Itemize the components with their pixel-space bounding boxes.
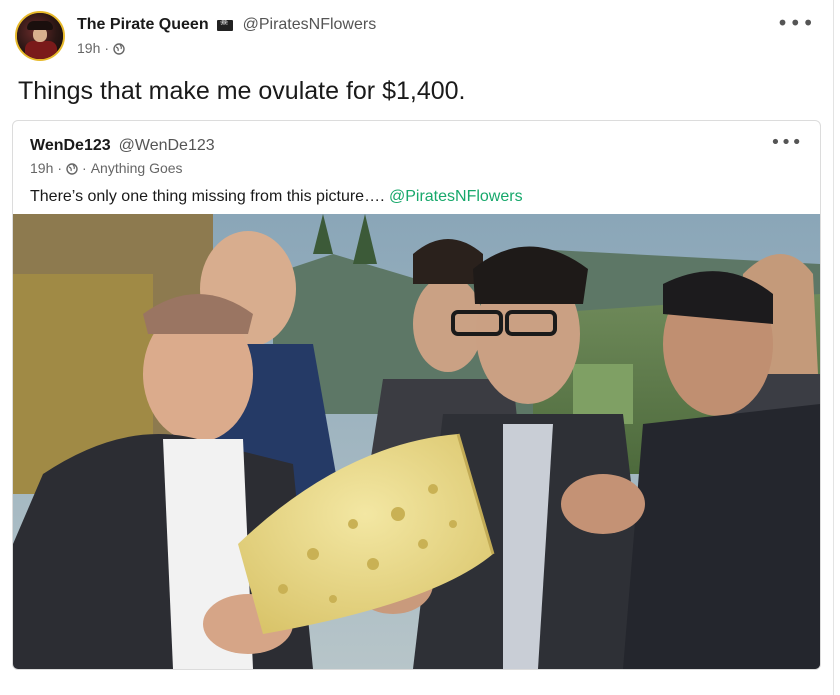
display-name[interactable]: The Pirate Queen [77,16,209,34]
quoted-text-body: There’s only one thing missing from this… [30,188,389,205]
meta-separator: · [104,40,110,56]
quoted-more-options-button[interactable]: ••• [770,132,802,153]
pirate-flag-icon [216,17,233,31]
quoted-meta: 19h · · Anything Goes [30,160,183,176]
quoted-meta-separator-2: · [82,160,87,176]
quoted-timestamp[interactable]: 19h [30,160,53,176]
author-row: The Pirate Queen @PiratesNFlowers [77,16,376,34]
more-options-button[interactable]: ••• [777,11,815,35]
handle[interactable]: @PiratesNFlowers [243,16,377,34]
post: The Pirate Queen @PiratesNFlowers 19h · … [0,0,834,695]
quoted-post[interactable]: WenDe123 @WenDe123 ••• 19h · · Anything … [12,120,821,670]
quoted-text: There’s only one thing missing from this… [30,188,523,206]
globe-icon [66,162,78,175]
globe-icon [113,42,125,55]
quoted-handle[interactable]: @WenDe123 [119,137,215,155]
post-meta: 19h · [77,40,125,56]
timestamp[interactable]: 19h [77,40,100,56]
quoted-display-name[interactable]: WenDe123 [30,137,111,155]
photo[interactable] [13,214,820,669]
community-name[interactable]: Anything Goes [91,160,183,176]
post-text: Things that make me ovulate for $1,400. [18,77,466,105]
avatar[interactable] [15,11,65,61]
quoted-meta-separator: · [57,160,63,176]
mention-link[interactable]: @PiratesNFlowers [389,188,523,205]
quoted-author-row: WenDe123 @WenDe123 [30,137,215,155]
